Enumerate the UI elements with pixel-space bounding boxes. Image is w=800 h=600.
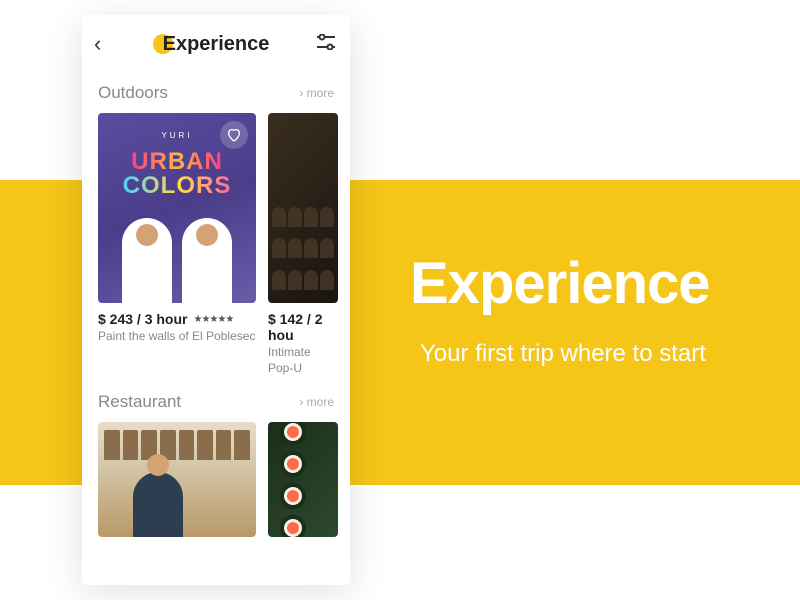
section-title: Restaurant <box>98 392 181 412</box>
hero-subtitle: Your first trip where to start <box>420 340 706 368</box>
card-art-people <box>98 218 256 303</box>
card-meta: $ 142 / 2 hou Intimate Pop-U <box>268 311 338 376</box>
section-title: Outdoors <box>98 83 168 103</box>
section-head: Outdoors › more <box>98 83 334 103</box>
card-image <box>268 113 338 303</box>
app-header: ‹ Experience <box>82 15 350 73</box>
page-title: Experience <box>163 33 270 56</box>
card-description: Intimate Pop-U <box>268 345 338 376</box>
section-head: Restaurant › more <box>98 392 334 412</box>
section-restaurant: Restaurant › more <box>82 382 350 537</box>
header-title-wrap: Experience <box>163 33 270 56</box>
back-button[interactable]: ‹ <box>94 33 101 55</box>
card-image <box>268 422 338 537</box>
card-meta: $ 243 / 3 hour ★★★★★ Paint the walls of … <box>98 311 256 345</box>
phone-frame: ‹ Experience Outdoors › more YURI URBAN <box>82 15 350 585</box>
card-art-crowd <box>268 203 338 303</box>
favorite-button[interactable] <box>220 121 248 149</box>
cards-row <box>98 422 334 537</box>
heart-icon <box>226 127 242 143</box>
card-price: $ 243 / 3 hour <box>98 311 187 327</box>
card-art-line2: COLORS <box>123 172 232 200</box>
cards-row: YURI URBAN COLORS $ 243 / 3 <box>98 113 334 376</box>
experience-card-peek[interactable]: $ 142 / 2 hou Intimate Pop-U <box>268 113 338 376</box>
filter-icon <box>316 34 336 50</box>
card-brand: YURI <box>161 131 192 140</box>
restaurant-card-peek[interactable] <box>268 422 338 537</box>
more-link[interactable]: › more <box>299 395 334 409</box>
more-link[interactable]: › more <box>299 86 334 100</box>
card-rating: ★★★★★ <box>193 314 233 325</box>
card-image: YURI URBAN COLORS <box>98 113 256 303</box>
section-outdoors: Outdoors › more YURI URBAN COLORS <box>82 73 350 376</box>
hero-title: Experience <box>410 250 710 317</box>
filter-button[interactable] <box>316 34 336 55</box>
experience-card[interactable]: YURI URBAN COLORS $ 243 / 3 <box>98 113 256 376</box>
restaurant-card[interactable] <box>98 422 256 537</box>
card-image <box>98 422 256 537</box>
card-price: $ 142 / 2 hou <box>268 311 338 343</box>
card-description: Paint the walls of El Poblesec <box>98 329 256 345</box>
